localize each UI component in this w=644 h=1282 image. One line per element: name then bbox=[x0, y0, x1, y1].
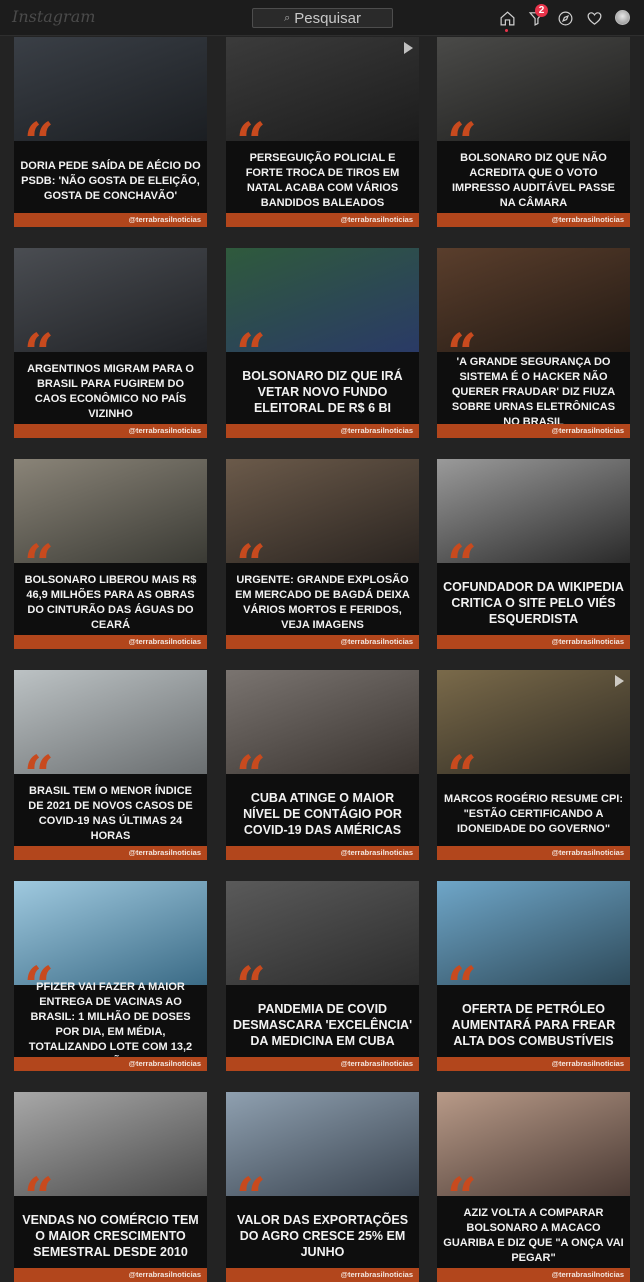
post-handle: @terrabrasilnoticias bbox=[14, 213, 207, 227]
post-headline: URGENTE: GRANDE EXPLOSÃO EM MERCADO DE B… bbox=[235, 574, 410, 631]
post-handle: @terrabrasilnoticias bbox=[14, 424, 207, 438]
post-tile[interactable]: “BOLSONARO DIZ QUE NÃO ACREDITA QUE O VO… bbox=[437, 37, 630, 227]
home-active-dot bbox=[505, 29, 508, 32]
search-box[interactable]: ⌕ Pesquisar bbox=[252, 8, 393, 28]
instagram-logo[interactable]: Instagram bbox=[12, 7, 95, 26]
post-headline: MARCOS ROGÉRIO RESUME CPI: "ESTÃO CERTIF… bbox=[443, 792, 624, 835]
post-handle: @terrabrasilnoticias bbox=[14, 1057, 207, 1071]
post-headline: VALOR DAS EXPORTAÇÕES DO AGRO CRESCE 25%… bbox=[236, 1213, 409, 1259]
post-headline: BRASIL TEM O MENOR ÍNDICE DE 2021 DE NOV… bbox=[28, 785, 193, 842]
post-headline: PANDEMIA DE COVID DESMASCARA 'EXCELÊNCIA… bbox=[232, 1002, 413, 1048]
post-headline: PFIZER VAI FAZER A MAIOR ENTREGA DE VACI… bbox=[28, 981, 193, 1068]
post-tile[interactable]: “MARCOS ROGÉRIO RESUME CPI: "ESTÃO CERTI… bbox=[437, 670, 630, 860]
post-tile[interactable]: “VENDAS NO COMÉRCIO TEM O MAIOR CRESCIME… bbox=[14, 1092, 207, 1282]
post-tile[interactable]: “BRASIL TEM O MENOR ÍNDICE DE 2021 DE NO… bbox=[14, 670, 207, 860]
post-headline: ARGENTINOS MIGRAM PARA O BRASIL PARA FUG… bbox=[27, 363, 194, 420]
heart-icon[interactable] bbox=[585, 9, 603, 27]
video-play-icon bbox=[615, 675, 624, 687]
post-tile[interactable]: “'A GRANDE SEGURANÇA DO SISTEMA É O HACK… bbox=[437, 248, 630, 438]
post-headline: COFUNDADOR DA WIKIPEDIA CRITICA O SITE P… bbox=[443, 580, 624, 626]
post-handle: @terrabrasilnoticias bbox=[226, 213, 419, 227]
post-tile[interactable]: “CUBA ATINGE O MAIOR NÍVEL DE CONTÁGIO P… bbox=[226, 670, 419, 860]
search-icon: ⌕ bbox=[284, 11, 291, 24]
post-headline: DORIA PEDE SAÍDA DE AÉCIO DO PSDB: 'NÃO … bbox=[20, 159, 201, 202]
post-tile[interactable]: “DORIA PEDE SAÍDA DE AÉCIO DO PSDB: 'NÃO… bbox=[14, 37, 207, 227]
post-tile[interactable]: “PERSEGUIÇÃO POLICIAL E FORTE TROCA DE T… bbox=[226, 37, 419, 227]
avatar[interactable] bbox=[615, 10, 630, 25]
post-handle: @terrabrasilnoticias bbox=[437, 424, 630, 438]
top-navigation-bar: Instagram ⌕ Pesquisar 2 bbox=[0, 0, 644, 36]
post-headline: VENDAS NO COMÉRCIO TEM O MAIOR CRESCIMEN… bbox=[22, 1213, 199, 1259]
post-headline: 'A GRANDE SEGURANÇA DO SISTEMA É O HACKE… bbox=[451, 355, 616, 428]
direct-filter-icon[interactable]: 2 bbox=[527, 4, 548, 27]
post-headline: BOLSONARO DIZ QUE IRÁ VETAR NOVO FUNDO E… bbox=[242, 369, 403, 415]
post-handle: @terrabrasilnoticias bbox=[14, 846, 207, 860]
post-tile[interactable]: “BOLSONARO DIZ QUE IRÁ VETAR NOVO FUNDO … bbox=[226, 248, 419, 438]
post-handle: @terrabrasilnoticias bbox=[437, 846, 630, 860]
post-tile[interactable]: “PFIZER VAI FAZER A MAIOR ENTREGA DE VAC… bbox=[14, 881, 207, 1071]
post-tile[interactable]: “AZIZ VOLTA A COMPARAR BOLSONARO A MACAC… bbox=[437, 1092, 630, 1282]
post-tile[interactable]: “BOLSONARO LIBEROU MAIS R$ 46,9 MILHÕES … bbox=[14, 459, 207, 649]
post-headline: AZIZ VOLTA A COMPARAR BOLSONARO A MACACO… bbox=[443, 1207, 624, 1264]
post-handle: @terrabrasilnoticias bbox=[437, 213, 630, 227]
post-handle: @terrabrasilnoticias bbox=[437, 1057, 630, 1071]
direct-badge: 2 bbox=[535, 4, 548, 17]
post-handle: @terrabrasilnoticias bbox=[14, 635, 207, 649]
post-tile[interactable]: “VALOR DAS EXPORTAÇÕES DO AGRO CRESCE 25… bbox=[226, 1092, 419, 1282]
search-placeholder: Pesquisar bbox=[294, 9, 361, 27]
post-headline: OFERTA DE PETRÓLEO AUMENTARÁ PARA FREAR … bbox=[451, 1002, 616, 1048]
post-tile[interactable]: “COFUNDADOR DA WIKIPEDIA CRITICA O SITE … bbox=[437, 459, 630, 649]
post-handle: @terrabrasilnoticias bbox=[226, 635, 419, 649]
post-handle: @terrabrasilnoticias bbox=[226, 424, 419, 438]
post-handle: @terrabrasilnoticias bbox=[226, 1057, 419, 1071]
post-tile[interactable]: “URGENTE: GRANDE EXPLOSÃO EM MERCADO DE … bbox=[226, 459, 419, 649]
explore-compass-icon[interactable] bbox=[556, 9, 574, 27]
post-tile[interactable]: “PANDEMIA DE COVID DESMASCARA 'EXCELÊNCI… bbox=[226, 881, 419, 1071]
post-tile[interactable]: “ARGENTINOS MIGRAM PARA O BRASIL PARA FU… bbox=[14, 248, 207, 438]
post-headline: BOLSONARO LIBEROU MAIS R$ 46,9 MILHÕES P… bbox=[24, 574, 197, 631]
post-handle: @terrabrasilnoticias bbox=[226, 846, 419, 860]
post-headline: BOLSONARO DIZ QUE NÃO ACREDITA QUE O VOT… bbox=[452, 152, 615, 209]
post-headline: PERSEGUIÇÃO POLICIAL E FORTE TROCA DE TI… bbox=[245, 152, 400, 209]
video-play-icon bbox=[404, 42, 413, 54]
home-icon[interactable] bbox=[498, 9, 516, 32]
post-tile[interactable]: “OFERTA DE PETRÓLEO AUMENTARÁ PARA FREAR… bbox=[437, 881, 630, 1071]
post-headline: CUBA ATINGE O MAIOR NÍVEL DE CONTÁGIO PO… bbox=[243, 791, 402, 837]
post-handle: @terrabrasilnoticias bbox=[437, 635, 630, 649]
